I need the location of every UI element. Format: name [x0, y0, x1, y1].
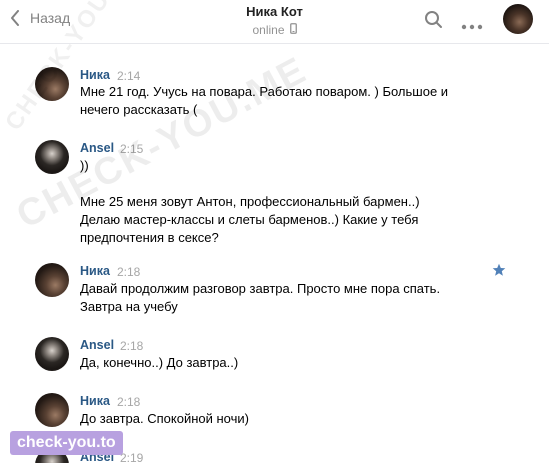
- message-author[interactable]: Ansel: [80, 338, 114, 352]
- avatar[interactable]: [35, 140, 69, 174]
- message-author[interactable]: Ansel: [80, 141, 114, 155]
- message-time[interactable]: 2:19: [120, 451, 143, 463]
- message-text: )) Мне 25 меня зовут Антон, профессионал…: [80, 158, 420, 245]
- message-author[interactable]: Ника: [80, 68, 110, 82]
- chat-header: Назад Ника Кот online: [0, 0, 549, 44]
- message-time[interactable]: 2:18: [117, 395, 140, 409]
- online-status: online: [252, 22, 297, 38]
- message-time[interactable]: 2:18: [117, 265, 140, 279]
- avatar[interactable]: [35, 393, 69, 427]
- avatar[interactable]: [35, 67, 69, 101]
- message-time[interactable]: 2:15: [120, 142, 143, 156]
- message-author[interactable]: Ника: [80, 394, 110, 408]
- message-time[interactable]: 2:18: [120, 339, 143, 353]
- status-text: online: [252, 23, 285, 37]
- message-author[interactable]: Ника: [80, 264, 110, 278]
- message-text: Мне 21 год. Учусь на повара. Работаю пов…: [80, 84, 449, 117]
- message-time[interactable]: 2:14: [117, 69, 140, 83]
- mobile-icon: [289, 22, 297, 38]
- search-icon[interactable]: [424, 10, 444, 35]
- star-icon[interactable]: [492, 263, 506, 282]
- site-badge: check-you.to: [10, 431, 123, 455]
- avatar[interactable]: [35, 337, 69, 371]
- avatar[interactable]: [35, 263, 69, 297]
- message-text: Давай продолжим разговор завтра. Просто …: [80, 281, 441, 314]
- message-text: До завтра. Спокойной ночи): [80, 411, 249, 426]
- header-avatar[interactable]: [503, 4, 533, 34]
- more-options-icon[interactable]: [461, 17, 483, 35]
- message-text: Да, конечно..) До завтра..): [80, 355, 239, 370]
